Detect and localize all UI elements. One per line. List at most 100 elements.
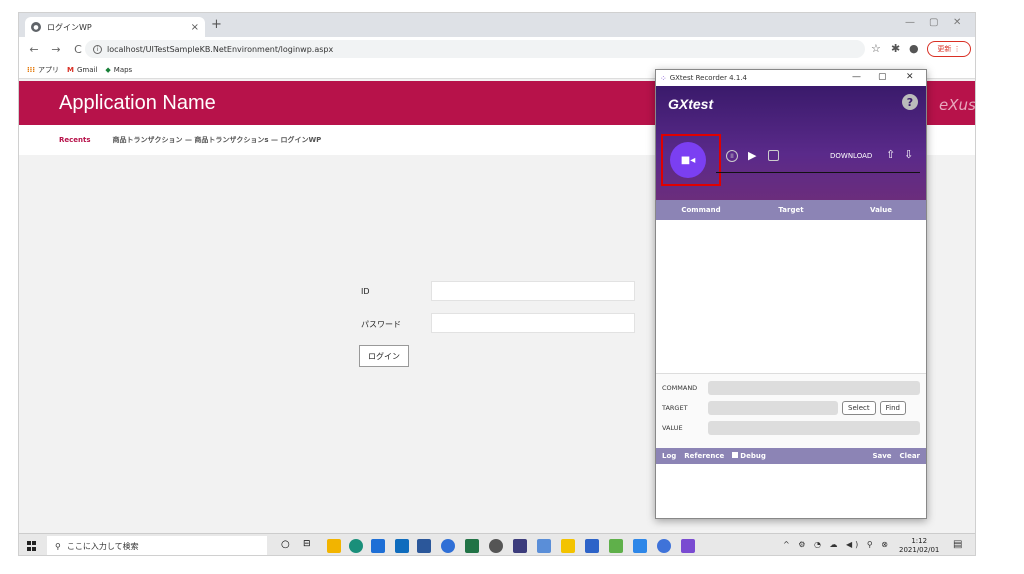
bookmark-gmail[interactable]: M Gmail	[67, 66, 97, 74]
chrome-icon[interactable]	[657, 539, 671, 553]
ie-icon[interactable]	[371, 539, 385, 553]
select-button[interactable]: Select	[842, 401, 876, 415]
app-icon[interactable]	[585, 539, 599, 553]
recorder-window-title: GXtest Recorder 4.1.4	[669, 74, 747, 82]
breadcrumb-path[interactable]: 商品トランザクション — 商品トランザクションs — ログインWP	[113, 135, 322, 145]
command-editor: COMMAND TARGET Select Find VALUE	[656, 374, 926, 448]
target-input[interactable]	[708, 401, 838, 415]
app-icon[interactable]	[633, 539, 647, 553]
gxtest-recorder-window: ⁘ GXtest Recorder 4.1.4 — ▢ ✕ GXtest ? ■…	[655, 69, 927, 519]
clear-button[interactable]: Clear	[900, 452, 920, 460]
record-button-highlight	[661, 134, 721, 186]
minimize-icon[interactable]: —	[905, 17, 915, 28]
id-field[interactable]	[431, 281, 635, 301]
close-icon[interactable]: ✕	[906, 72, 914, 82]
excel-icon[interactable]	[465, 539, 479, 553]
help-icon[interactable]: ?	[902, 94, 918, 110]
minimize-icon[interactable]: —	[852, 72, 861, 82]
search-icon: ⚲	[55, 541, 61, 551]
login-button[interactable]: ログイン	[359, 345, 409, 367]
genexus-icon[interactable]	[513, 539, 527, 553]
word-icon[interactable]	[417, 539, 431, 553]
command-input[interactable]	[708, 381, 920, 395]
clock-time: 1:12	[911, 537, 928, 545]
genexus-logo: eXus	[939, 96, 976, 114]
play-icon[interactable]: ▶	[748, 149, 756, 162]
save-button[interactable]: Save	[872, 452, 891, 460]
taskbar-search[interactable]: ⚲ ここに入力して検索	[47, 536, 267, 555]
file-explorer-icon[interactable]	[327, 539, 341, 553]
search-placeholder: ここに入力して検索	[66, 541, 139, 551]
apps-icon: ⁞⁞⁞	[27, 65, 35, 74]
value-row: VALUE	[662, 418, 920, 438]
target-label: TARGET	[662, 404, 688, 412]
globe-icon: ●	[31, 22, 41, 32]
new-tab-button[interactable]: +	[211, 17, 222, 32]
gxtest-icon[interactable]	[681, 539, 695, 553]
close-icon[interactable]: ✕	[953, 17, 961, 28]
command-label: COMMAND	[662, 384, 698, 392]
gmail-icon: M	[66, 65, 74, 74]
tab-close-icon[interactable]: ×	[191, 22, 199, 33]
task-view-icon[interactable]: ⊟	[303, 539, 317, 553]
gxtest-logo: GXtest	[668, 96, 714, 112]
browser-tab-bar: ● ログインWP × + — ▢ ✕	[19, 13, 975, 37]
app-icon[interactable]	[609, 539, 623, 553]
gxtest-small-icon: ⁘	[660, 73, 667, 83]
column-target: Target	[778, 206, 804, 214]
desktop-screen: ● ログインWP × + — ▢ ✕ ← → C i localhost/UIT…	[18, 12, 976, 556]
clock[interactable]: 1:12 2021/02/01	[899, 537, 939, 555]
download-label[interactable]: DOWNLOAD	[830, 152, 872, 160]
forward-icon[interactable]: →	[49, 43, 63, 56]
value-label: VALUE	[662, 424, 683, 432]
url-input[interactable]: i localhost/UITestSampleKB.NetEnvironmen…	[85, 40, 865, 58]
recorder-toolbar: GXtest ? ■◂ II ▶ DOWNLOAD ⇧ ⇩	[656, 86, 926, 200]
browser-tab[interactable]: ● ログインWP ×	[25, 17, 205, 37]
command-row: COMMAND	[662, 378, 920, 398]
extensions-icon[interactable]: ✱	[891, 42, 900, 55]
command-list[interactable]	[656, 220, 926, 374]
debug-label: Debug	[740, 452, 766, 460]
system-tray[interactable]: ^ ⚙ ◔ ☁ ◀) ⚲ ⊗	[783, 540, 891, 549]
address-bar: ← → C i localhost/UITestSampleKB.NetEnvi…	[19, 37, 975, 61]
log-bar: Log Reference Debug Save Clear	[656, 448, 926, 464]
log-tab[interactable]: Log	[662, 452, 676, 460]
divider	[716, 172, 920, 173]
info-icon[interactable]: i	[93, 44, 102, 54]
bookmark-maps[interactable]: ◆ Maps	[105, 66, 132, 74]
reload-icon[interactable]: C	[71, 43, 85, 56]
reference-tab[interactable]: Reference	[684, 452, 724, 460]
download-icon[interactable]: ⇩	[904, 148, 913, 161]
upload-icon[interactable]: ⇧	[886, 148, 895, 161]
maximize-icon[interactable]: ▢	[878, 72, 887, 82]
pause-icon[interactable]: II	[726, 150, 738, 162]
maximize-icon[interactable]: ▢	[929, 17, 938, 28]
star-icon[interactable]: ☆	[871, 42, 881, 55]
bookmark-apps[interactable]: ⁞⁞⁞ アプリ	[27, 65, 59, 75]
password-field[interactable]	[431, 313, 635, 333]
find-button[interactable]: Find	[879, 401, 906, 415]
sticky-notes-icon[interactable]	[561, 539, 575, 553]
app-title: Application Name	[59, 92, 216, 114]
cortana-icon[interactable]: ○	[281, 539, 295, 553]
profile-icon[interactable]: ●	[909, 42, 919, 55]
gx-icon[interactable]	[489, 539, 503, 553]
command-table-header: Command Target Value	[656, 200, 926, 220]
back-icon[interactable]: ←	[27, 43, 41, 56]
recents-label: Recents	[59, 136, 91, 144]
notification-icon[interactable]: ▤	[953, 539, 967, 553]
app-icon[interactable]	[537, 539, 551, 553]
outlook-icon[interactable]	[395, 539, 409, 553]
windows-start-icon[interactable]	[27, 541, 37, 551]
clock-date: 2021/02/01	[899, 546, 940, 554]
edge-icon[interactable]	[349, 539, 363, 553]
screenshot-icon[interactable]	[768, 150, 779, 161]
checkbox-icon	[732, 452, 739, 458]
skype-icon[interactable]	[441, 539, 455, 553]
debug-checkbox[interactable]: Debug	[732, 452, 766, 460]
update-button[interactable]: 更新 ⋮	[927, 41, 971, 57]
value-input[interactable]	[708, 421, 920, 435]
windows-taskbar: ⚲ ここに入力して検索 ○ ⊟ ^ ⚙ ◔ ☁ ◀) ⚲ ⊗ 1:12 2021…	[19, 533, 975, 555]
target-row: TARGET Select Find	[662, 398, 920, 418]
bookmark-label: Maps	[113, 65, 133, 74]
